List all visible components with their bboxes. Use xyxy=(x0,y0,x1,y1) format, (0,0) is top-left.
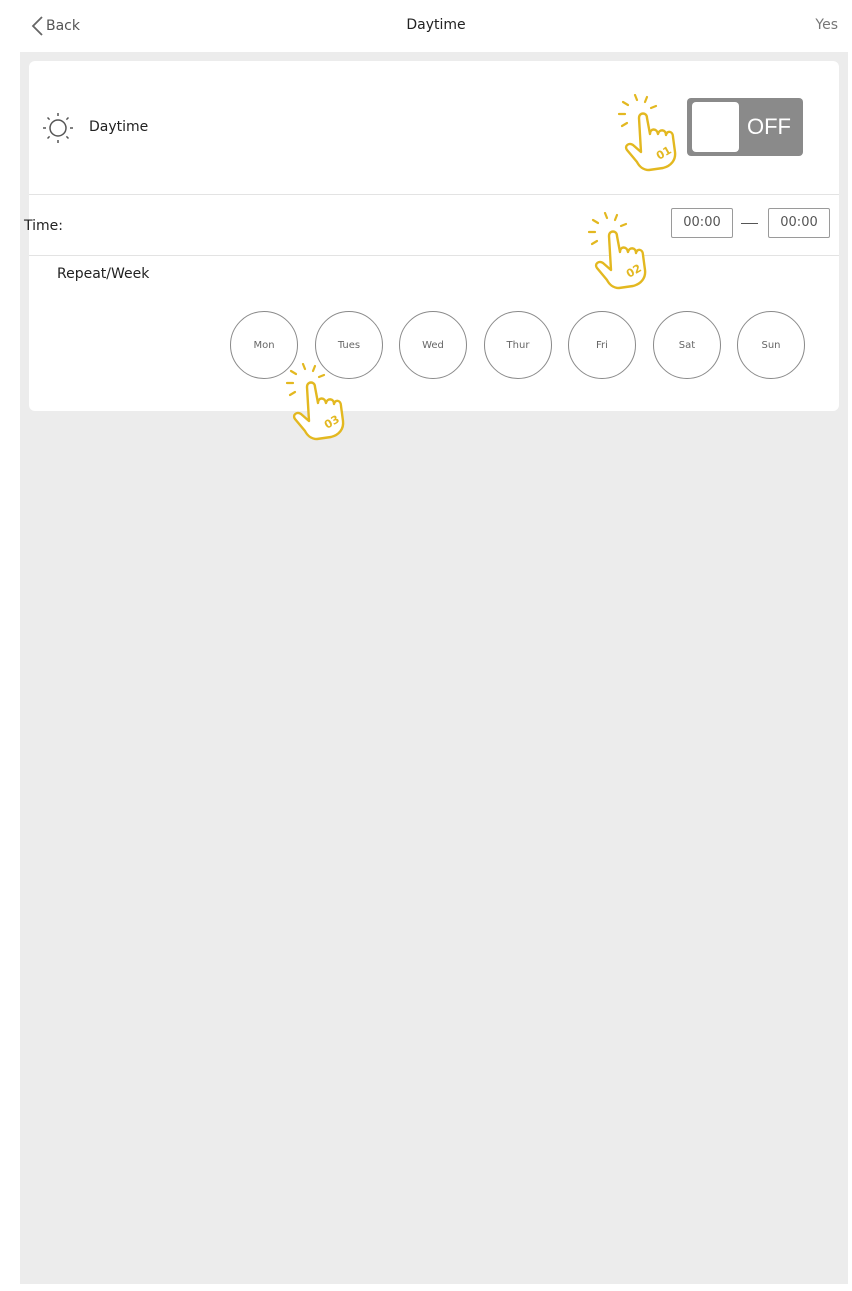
start-time-field[interactable]: 00:00 xyxy=(671,208,733,238)
confirm-button[interactable]: Yes xyxy=(815,17,838,33)
time-row: Time: 00:00 00:00 02 xyxy=(24,194,839,290)
hand-pointer-icon: 01 xyxy=(617,94,677,172)
settings-card: Daytime OFF 01 Time: 00:00 00:00 02 Repe… xyxy=(24,61,839,441)
day-thur[interactable]: Thur xyxy=(484,311,552,379)
content-area: Daytime OFF 01 Time: 00:00 00:00 02 Repe… xyxy=(20,52,848,1284)
sun-icon xyxy=(43,113,73,143)
end-time-field[interactable]: 00:00 xyxy=(768,208,830,238)
toggle-state-label: OFF xyxy=(747,114,791,139)
top-bar: Back Daytime Yes xyxy=(20,0,852,52)
page-title: Daytime xyxy=(406,17,466,33)
hint-label-03: 03 xyxy=(322,413,342,432)
hand-pointer-icon: 02 xyxy=(587,212,647,290)
daytime-toggle[interactable]: OFF xyxy=(687,98,803,156)
daytime-row: Daytime OFF 01 xyxy=(29,61,839,195)
repeat-week-label: Repeat/Week xyxy=(57,266,150,282)
day-mon[interactable]: Mon xyxy=(230,311,298,379)
hint-label-02: 02 xyxy=(624,262,644,281)
hint-label-01: 01 xyxy=(654,144,674,163)
toggle-knob xyxy=(692,102,739,152)
day-wed[interactable]: Wed xyxy=(399,311,467,379)
daytime-label: Daytime xyxy=(89,119,149,135)
day-tues[interactable]: Tues xyxy=(315,311,383,379)
time-range-separator xyxy=(741,223,758,224)
day-sun[interactable]: Sun xyxy=(737,311,805,379)
time-label: Time: xyxy=(24,218,63,234)
day-sat[interactable]: Sat xyxy=(653,311,721,379)
day-fri[interactable]: Fri xyxy=(568,311,636,379)
